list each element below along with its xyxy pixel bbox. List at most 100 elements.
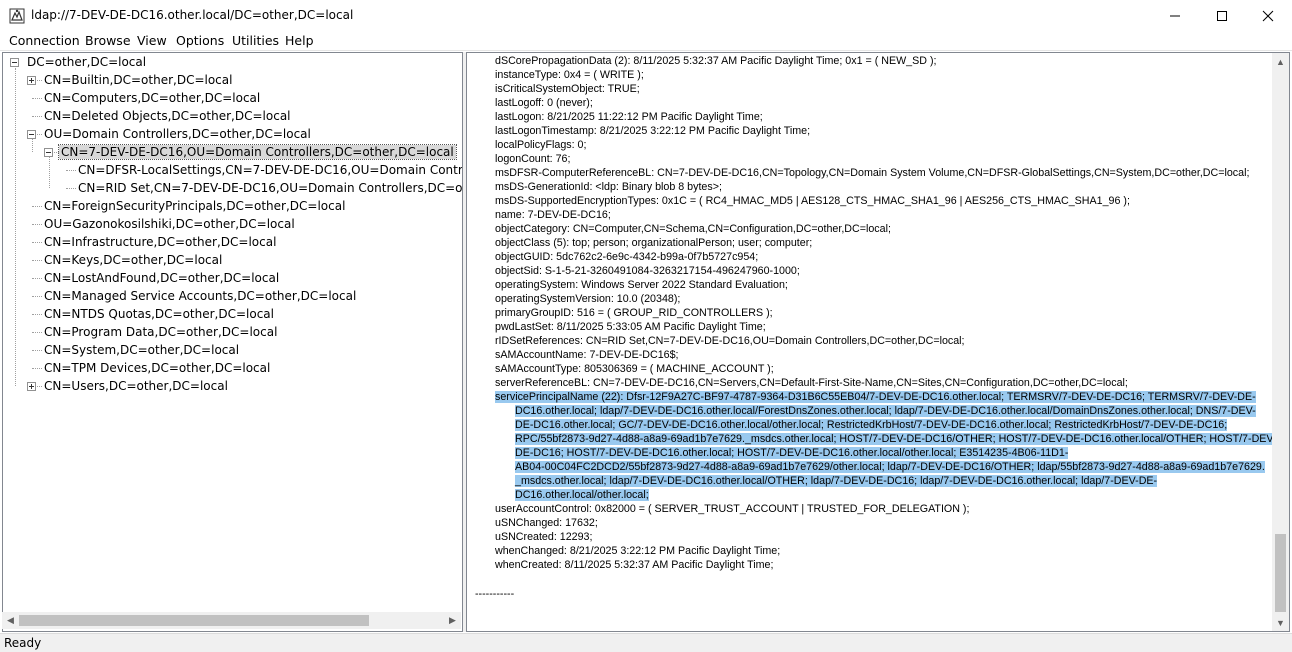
expand-icon[interactable] <box>27 382 36 391</box>
tree-horizontal-scrollbar[interactable]: ◀ ▶ <box>2 612 461 629</box>
title-bar: ldap://7-DEV-DE-DC16.other.local/DC=othe… <box>0 0 1292 31</box>
tree-node[interactable]: CN=Keys,DC=other,DC=local <box>42 252 224 269</box>
attribute-line[interactable]: msDFSR-ComputerReferenceBL: CN=7-DEV-DE-… <box>495 166 1249 180</box>
attribute-line[interactable]: msDS-SupportedEncryptionTypes: 0x1C = ( … <box>495 194 1130 208</box>
tree-node[interactable]: CN=Deleted Objects,DC=other,DC=local <box>42 108 293 125</box>
tree-node-label: CN=Keys,DC=other,DC=local <box>44 253 223 267</box>
attribute-line[interactable]: lastLogon: 8/21/2025 11:22:12 PM Pacific… <box>495 110 763 124</box>
menu-utilities[interactable]: Utilities <box>231 33 280 48</box>
collapse-icon[interactable] <box>44 148 53 157</box>
close-icon <box>1262 10 1274 21</box>
attribute-line-selected[interactable]: DC16.other.local/other.local; <box>515 488 649 502</box>
attribute-line[interactable]: lastLogoff: 0 (never); <box>495 96 593 110</box>
attribute-line[interactable]: whenChanged: 8/21/2025 3:22:12 PM Pacifi… <box>495 544 780 558</box>
tree-connector <box>32 242 42 243</box>
menu-connection[interactable]: Connection <box>8 33 81 48</box>
attribute-text: msDS-GenerationId: <ldp: Binary blob 8 b… <box>495 181 722 193</box>
scroll-left-icon[interactable]: ◀ <box>2 612 19 629</box>
collapse-icon[interactable] <box>27 130 36 139</box>
tree-view[interactable]: DC=other,DC=local CN=Builtin,DC=other,DC=… <box>2 52 463 632</box>
attribute-text: objectCategory: CN=Computer,CN=Schema,CN… <box>495 223 891 235</box>
menu-view[interactable]: View <box>136 33 168 48</box>
tree-node[interactable]: CN=Computers,DC=other,DC=local <box>42 90 262 107</box>
attribute-text: sAMAccountName: 7-DEV-DE-DC16$; <box>495 349 679 361</box>
attribute-line[interactable]: objectSid: S-1-5-21-3260491084-326321715… <box>495 264 800 278</box>
maximize-button[interactable] <box>1199 0 1245 31</box>
attribute-line[interactable]: operatingSystemVersion: 10.0 (20348); <box>495 292 680 306</box>
tree-node[interactable]: CN=DFSR-LocalSettings,CN=7-DEV-DE-DC16,O… <box>76 162 462 179</box>
attribute-line[interactable]: sAMAccountType: 805306369 = ( MACHINE_AC… <box>495 362 774 376</box>
tree-node-label: CN=System,DC=other,DC=local <box>44 343 240 357</box>
tree-node[interactable]: DC=other,DC=local <box>25 54 148 71</box>
window-title: ldap://7-DEV-DE-DC16.other.local/DC=othe… <box>31 8 354 22</box>
attribute-line[interactable]: objectGUID: 5dc762c2-6e9c-4342-b99a-0f7b… <box>495 250 758 264</box>
details-vertical-scrollbar[interactable]: ▲ ▼ <box>1272 53 1289 631</box>
tree-node[interactable]: CN=Infrastructure,DC=other,DC=local <box>42 234 278 251</box>
menu-help[interactable]: Help <box>284 33 315 48</box>
attribute-line[interactable]: logonCount: 76; <box>495 152 570 166</box>
attribute-text: msDS-SupportedEncryptionTypes: 0x1C = ( … <box>495 195 1130 207</box>
tree-node[interactable]: CN=RID Set,CN=7-DEV-DE-DC16,OU=Domain Co… <box>76 180 462 197</box>
attribute-line[interactable]: localPolicyFlags: 0; <box>495 138 586 152</box>
attribute-line[interactable]: lastLogonTimestamp: 8/21/2025 3:22:12 PM… <box>495 124 810 138</box>
tree-node[interactable]: OU=Domain Controllers,DC=other,DC=local <box>42 126 313 143</box>
attribute-line[interactable]: rIDSetReferences: CN=RID Set,CN=7-DEV-DE… <box>495 334 965 348</box>
tree-node[interactable]: CN=System,DC=other,DC=local <box>42 342 241 359</box>
attribute-line-selected[interactable]: _msdcs.other.local; ldap/7-DEV-DE-DC16.o… <box>515 474 1158 488</box>
details-pane[interactable]: dSCorePropagationData (2): 8/11/2025 5:3… <box>466 52 1290 632</box>
tree-node-label: CN=ForeignSecurityPrincipals,DC=other,DC… <box>44 199 346 213</box>
attribute-line[interactable]: dSCorePropagationData (2): 8/11/2025 5:3… <box>495 54 936 68</box>
attribute-line[interactable]: uSNCreated: 12293; <box>495 530 592 544</box>
attribute-line[interactable]: instanceType: 0x4 = ( WRITE ); <box>495 68 644 82</box>
tree-node-label: CN=NTDS Quotas,DC=other,DC=local <box>44 307 274 321</box>
menu-browse[interactable]: Browse <box>84 33 132 48</box>
attribute-line[interactable]: name: 7-DEV-DE-DC16; <box>495 208 611 222</box>
attribute-line-selected[interactable]: AB04-00C04FC2DCD2/55bf2873-9d27-4d88-a8a… <box>515 460 1265 474</box>
attribute-line-selected[interactable]: servicePrincipalName (22): Dfsr-12F9A27C… <box>495 390 1256 404</box>
minimize-button[interactable] <box>1152 0 1198 31</box>
attribute-line-selected[interactable]: RPC/55bf2873-9d27-4d88-a8a9-69ad1b7e7629… <box>515 432 1277 446</box>
attribute-line[interactable]: uSNChanged: 17632; <box>495 516 598 530</box>
tree-node[interactable]: OU=Gazonokosilshiki,DC=other,DC=local <box>42 216 297 233</box>
attribute-line-selected[interactable]: DC16.other.local; ldap/7-DEV-DE-DC16.oth… <box>515 404 1256 418</box>
tree-node[interactable]: CN=7-DEV-DE-DC16,OU=Domain Controllers,D… <box>58 144 457 161</box>
attribute-text: whenChanged: 8/21/2025 3:22:12 PM Pacifi… <box>495 545 781 557</box>
attribute-line-selected[interactable]: DE-DC16.other.local; GC/7-DEV-DE-DC16.ot… <box>515 418 1228 432</box>
attribute-line[interactable]: serverReferenceBL: CN=7-DEV-DE-DC16,CN=S… <box>495 376 1128 390</box>
scroll-right-icon[interactable]: ▶ <box>444 612 461 629</box>
tree-node[interactable]: CN=Users,DC=other,DC=local <box>42 378 230 395</box>
attribute-line[interactable]: sAMAccountName: 7-DEV-DE-DC16$; <box>495 348 679 362</box>
collapse-icon[interactable] <box>10 58 19 67</box>
attribute-text: name: 7-DEV-DE-DC16; <box>495 209 611 221</box>
tree-node[interactable]: CN=Program Data,DC=other,DC=local <box>42 324 279 341</box>
tree-node[interactable]: CN=TPM Devices,DC=other,DC=local <box>42 360 272 377</box>
tree-node[interactable]: CN=ForeignSecurityPrincipals,DC=other,DC… <box>42 198 347 215</box>
tree-node[interactable]: CN=Managed Service Accounts,DC=other,DC=… <box>42 288 358 305</box>
attribute-line[interactable]: userAccountControl: 0x82000 = ( SERVER_T… <box>495 502 969 516</box>
details-scroll-thumb[interactable] <box>1275 534 1286 612</box>
tree-node[interactable]: CN=Builtin,DC=other,DC=local <box>42 72 234 89</box>
tree-node-label: CN=Users,DC=other,DC=local <box>44 379 228 393</box>
scroll-up-icon[interactable]: ▲ <box>1272 53 1289 70</box>
attribute-line[interactable]: operatingSystem: Windows Server 2022 Sta… <box>495 278 788 292</box>
attribute-line[interactable]: msDS-GenerationId: <ldp: Binary blob 8 b… <box>495 180 722 194</box>
attribute-line[interactable]: whenCreated: 8/11/2025 5:32:37 AM Pacifi… <box>495 558 773 572</box>
attribute-line[interactable]: primaryGroupID: 516 = ( GROUP_RID_CONTRO… <box>495 306 773 320</box>
tree-node[interactable]: CN=LostAndFound,DC=other,DC=local <box>42 270 281 287</box>
attribute-line[interactable]: objectCategory: CN=Computer,CN=Schema,CN… <box>495 222 891 236</box>
attribute-line[interactable]: isCriticalSystemObject: TRUE; <box>495 82 640 96</box>
attribute-line[interactable]: objectClass (5): top; person; organizati… <box>495 236 812 250</box>
attribute-text: objectSid: S-1-5-21-3260491084-326321715… <box>495 265 800 277</box>
attribute-line[interactable]: pwdLastSet: 8/11/2025 5:33:05 AM Pacific… <box>495 320 766 334</box>
tree-node[interactable]: CN=NTDS Quotas,DC=other,DC=local <box>42 306 276 323</box>
tree-scroll-thumb[interactable] <box>19 615 369 626</box>
menu-options[interactable]: Options <box>175 33 225 48</box>
scroll-down-icon[interactable]: ▼ <box>1272 614 1289 631</box>
close-button[interactable] <box>1245 0 1291 31</box>
attribute-line-selected[interactable]: DE-DC16; HOST/7-DEV-DE-DC16.other.local;… <box>515 446 1069 460</box>
tree-node-label: DC=other,DC=local <box>27 55 147 69</box>
maximize-icon <box>1217 10 1227 21</box>
tree-node-label: CN=Computers,DC=other,DC=local <box>44 91 261 105</box>
attribute-text: userAccountControl: 0x82000 = ( SERVER_T… <box>495 503 970 515</box>
expand-icon[interactable] <box>27 76 36 85</box>
